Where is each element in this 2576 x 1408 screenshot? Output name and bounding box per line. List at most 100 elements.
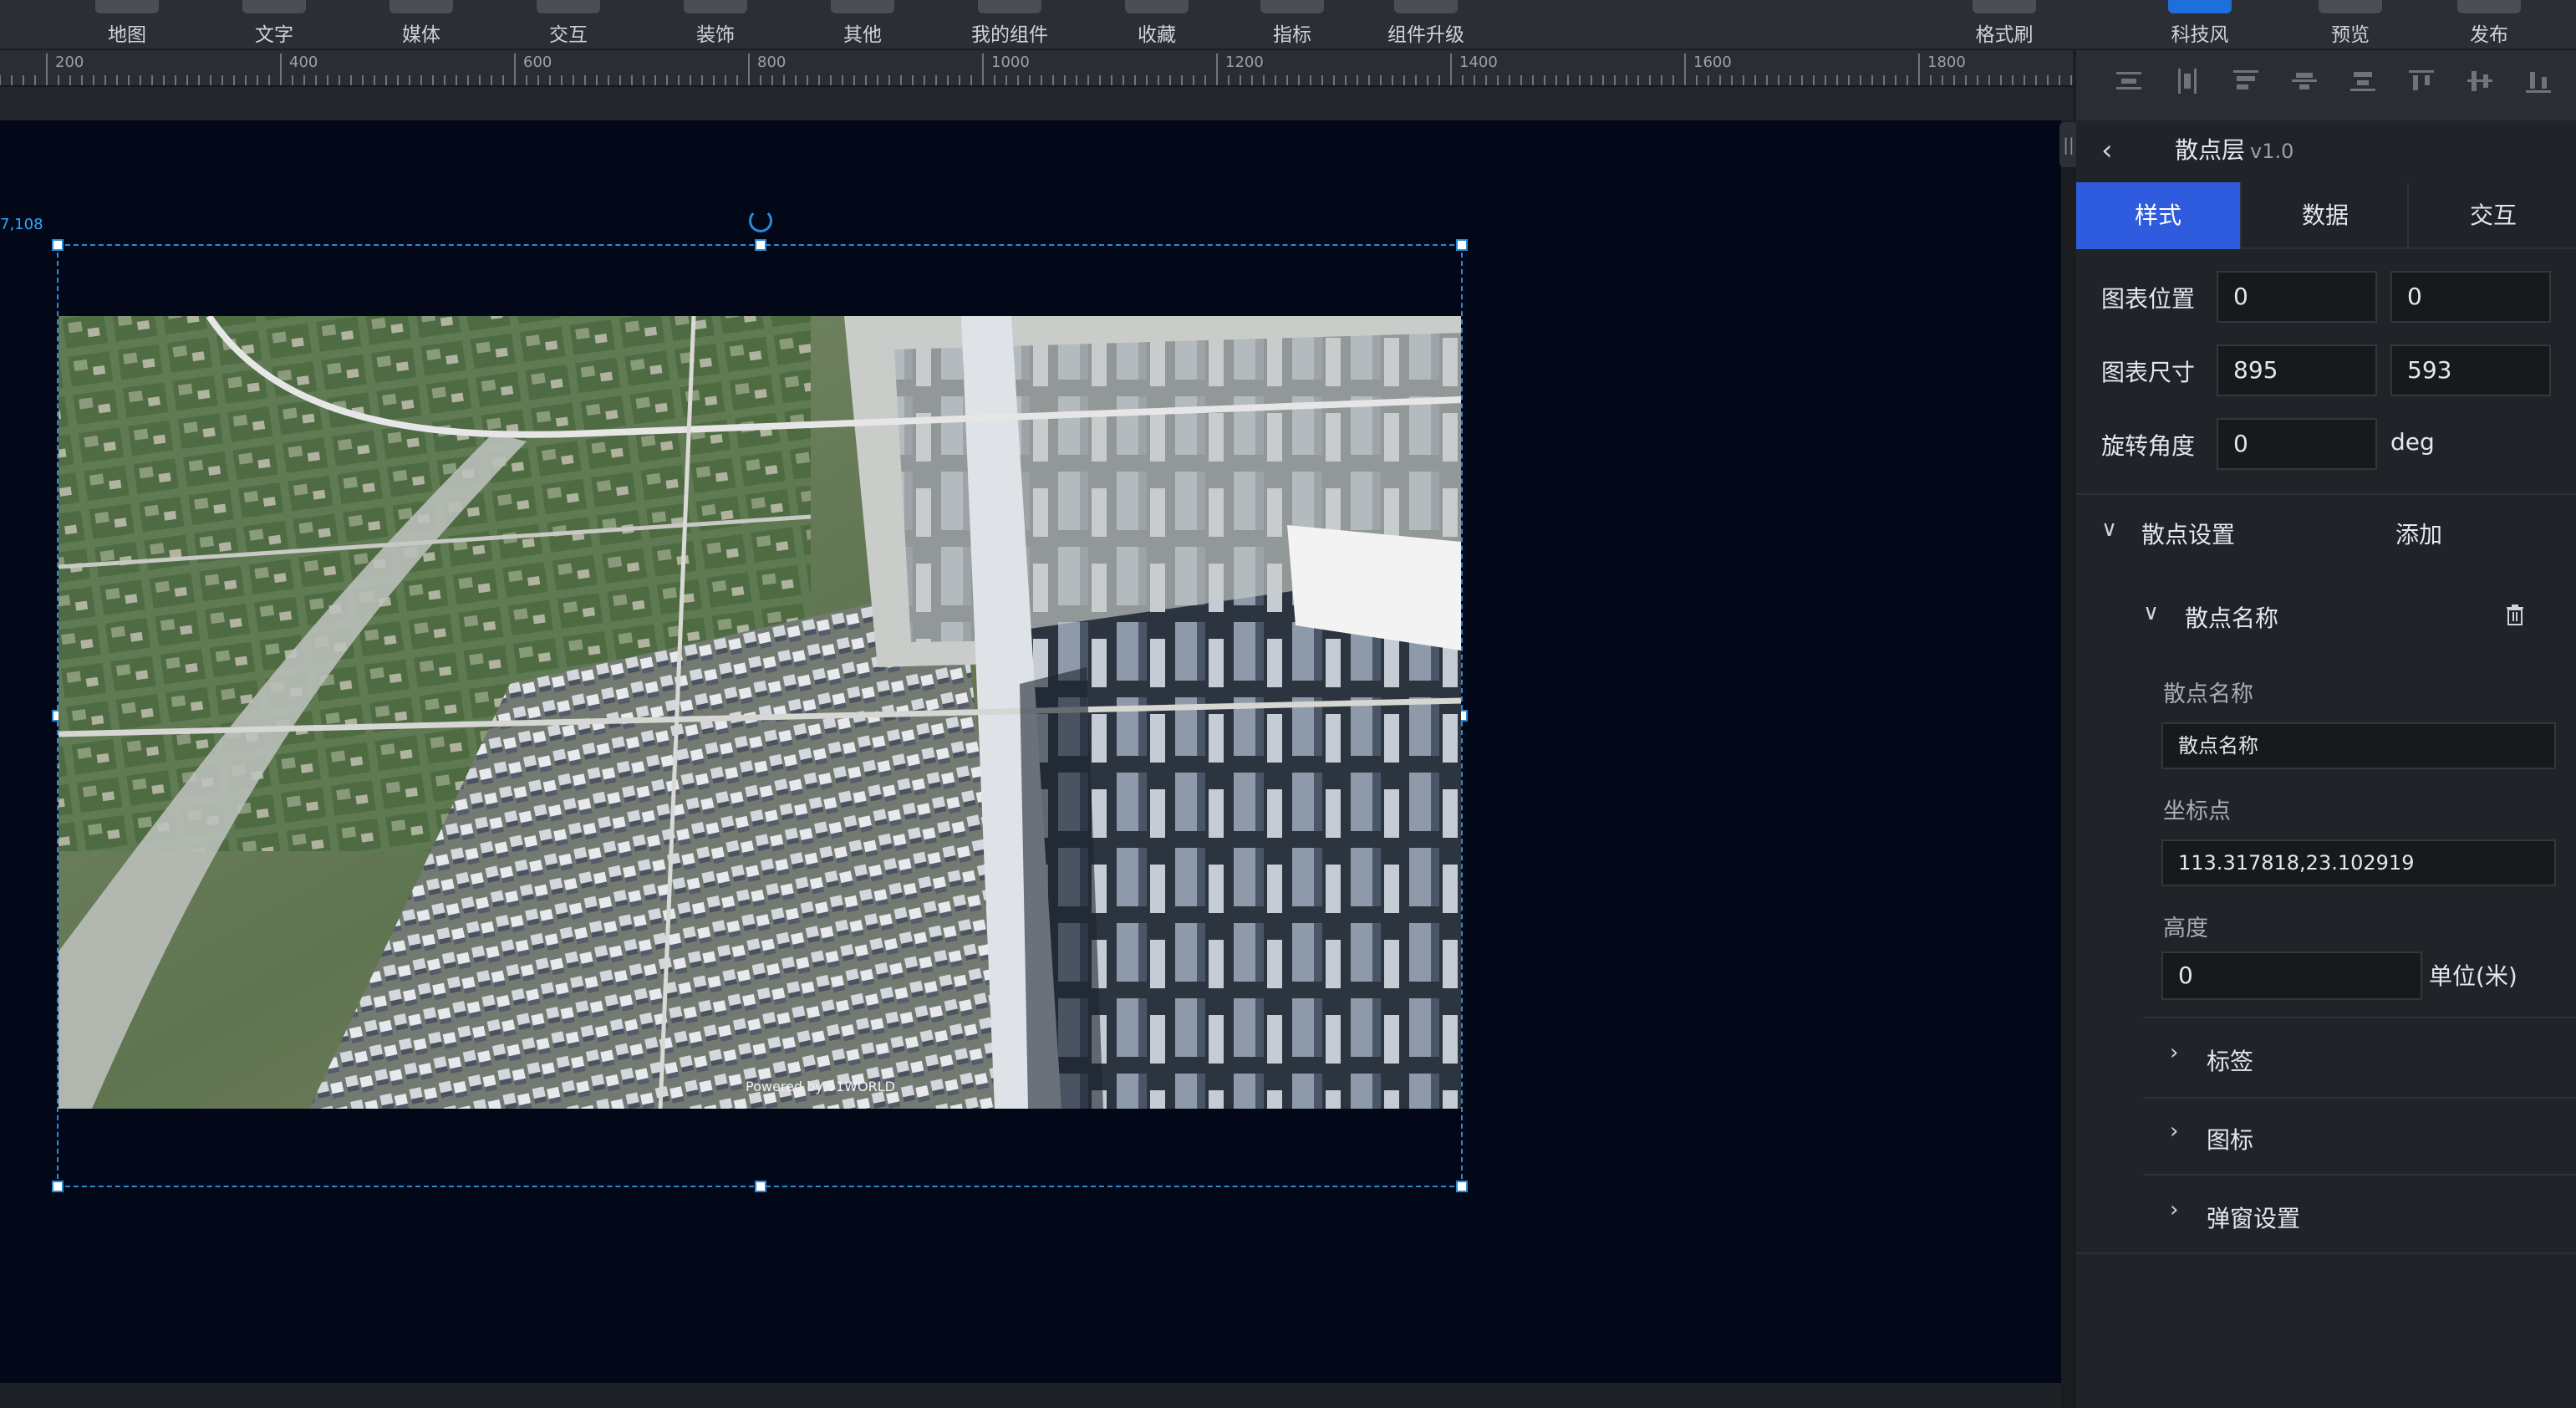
scatter-item-header[interactable]: 散点名称: [2185, 600, 2278, 634]
icon-section-header[interactable]: 图标: [2207, 1122, 2253, 1155]
coordinate-label: 坐标点: [2163, 798, 2231, 824]
align-center-v-icon[interactable]: [2175, 69, 2200, 94]
position-y-input[interactable]: 0: [2390, 271, 2551, 323]
panel-title-text: 散点层: [2175, 136, 2246, 164]
position-label: 图表位置: [2101, 285, 2196, 313]
resize-handle-bottom[interactable]: [755, 1181, 766, 1192]
tab-style[interactable]: 样式: [2076, 182, 2242, 249]
toolbar-metrics-button[interactable]: 指标: [1225, 0, 1359, 50]
panel-tabs: 样式 数据 交互: [2076, 182, 2576, 249]
map-watermark: Powered by 51WORLD: [746, 1079, 895, 1094]
selection-coordinates: 7,108: [0, 216, 43, 233]
resize-handle-top-right[interactable]: [1456, 239, 1468, 251]
top-toolbar: 地图 文字 媒体 交互 装饰 其他 我的组件 收藏 指标 组件升级 格式刷 科技…: [0, 0, 2576, 50]
toolbar-theme-button[interactable]: 科技风: [2133, 0, 2267, 50]
interact-icon: [537, 0, 600, 13]
toolbar-label: 装饰: [696, 24, 735, 46]
panel-title: 散点层 v1.0: [2175, 129, 2293, 173]
chevron-right-icon[interactable]: ›: [2170, 1197, 2178, 1222]
size-height-input[interactable]: 593: [2390, 344, 2551, 396]
resize-handle-bottom-right[interactable]: [1456, 1181, 1468, 1192]
toolbar-my-components-button[interactable]: 我的组件: [943, 0, 1077, 50]
city-3d-map[interactable]: Powered by 51WORLD: [59, 316, 1461, 1109]
media-icon: [389, 0, 453, 13]
alignment-toolbar: [2076, 50, 2576, 120]
align-bottom-icon[interactable]: [2350, 69, 2375, 94]
toolbar-publish-button[interactable]: 发布: [2422, 0, 2556, 50]
publish-icon: [2457, 0, 2521, 13]
toolbar-map-button[interactable]: 地图: [60, 0, 194, 50]
divider: [2076, 493, 2576, 495]
resize-handle-top-left[interactable]: [52, 239, 64, 251]
distribute-middle-icon[interactable]: [2467, 69, 2492, 94]
popup-settings-section-header[interactable]: 弹窗设置: [2207, 1201, 2300, 1234]
ruler-label: 400: [289, 54, 318, 71]
toolbar-preview-button[interactable]: 预览: [2283, 0, 2417, 50]
tab-data[interactable]: 数据: [2243, 182, 2409, 249]
toolbar-other-button[interactable]: 其他: [796, 0, 929, 50]
height-label: 高度: [2163, 916, 2208, 941]
text-icon: [242, 0, 306, 13]
scatter-name-label: 散点名称: [2163, 681, 2253, 707]
bar-chart-icon: [1260, 0, 1324, 13]
back-arrow-icon[interactable]: ‹: [2101, 135, 2131, 166]
scatter-name-input[interactable]: 散点名称: [2161, 722, 2556, 769]
height-input[interactable]: 0: [2161, 951, 2422, 1000]
editor-canvas[interactable]: 7,108 Powered by 51WORLD: [0, 120, 2061, 1383]
label-section-header[interactable]: 标签: [2207, 1043, 2253, 1077]
brush-icon: [1973, 0, 2036, 13]
ruler-label: 1800: [1927, 54, 1966, 71]
add-scatter-button[interactable]: 添加: [2395, 517, 2442, 550]
distribute-top-icon[interactable]: [2409, 69, 2434, 94]
divider: [2076, 1252, 2576, 1254]
distribute-bottom-icon[interactable]: [2526, 69, 2551, 94]
align-middle-icon[interactable]: [2292, 69, 2317, 94]
align-left-icon[interactable]: [2116, 69, 2141, 94]
panel-header: ‹ 散点层 v1.0: [2076, 120, 2576, 182]
panel-version: v1.0: [2250, 140, 2294, 163]
toolbar-label: 指标: [1273, 24, 1311, 46]
divider: [2143, 1017, 2576, 1018]
align-top-icon[interactable]: [2233, 69, 2258, 94]
chevron-down-icon[interactable]: ∨: [2143, 600, 2159, 625]
map-icon: [95, 0, 159, 13]
horizontal-ruler: 200 400 600 800 1000 1200 1400 1600 1800: [0, 50, 2073, 87]
ruler-label: 600: [523, 54, 552, 71]
other-icon: [831, 0, 894, 13]
decor-icon: [684, 0, 747, 13]
resize-handle-top[interactable]: [755, 239, 766, 251]
toolbar-media-button[interactable]: 媒体: [354, 0, 488, 50]
toolbar-label: 文字: [255, 24, 293, 46]
chevron-right-icon[interactable]: ›: [2170, 1119, 2178, 1144]
toolbar-upgrade-button[interactable]: 组件升级: [1359, 0, 1493, 50]
chevron-right-icon[interactable]: ›: [2170, 1040, 2178, 1065]
chevron-down-icon[interactable]: ∨: [2101, 517, 2117, 542]
toolbar-text-button[interactable]: 文字: [207, 0, 341, 50]
upgrade-icon: [1394, 0, 1458, 13]
ruler-label: 1600: [1693, 54, 1732, 71]
horizontal-scrollbar[interactable]: [0, 1383, 2061, 1408]
rotation-input[interactable]: 0: [2217, 418, 2377, 470]
trash-icon[interactable]: [2506, 604, 2524, 625]
size-width-input[interactable]: 895: [2217, 344, 2377, 396]
position-x-input[interactable]: 0: [2217, 271, 2377, 323]
toolbar-favorites-button[interactable]: 收藏: [1090, 0, 1224, 50]
resize-handle-bottom-left[interactable]: [52, 1181, 64, 1192]
ruler-label: 800: [757, 54, 787, 71]
coordinate-input[interactable]: 113.317818,23.102919: [2161, 839, 2556, 886]
toolbar-format-brush-button[interactable]: 格式刷: [1937, 0, 2071, 50]
rotate-handle-icon[interactable]: [749, 209, 772, 232]
toolbar-label: 发布: [2470, 24, 2508, 46]
ruler-label: 1400: [1459, 54, 1498, 71]
city-map-illustration: [59, 316, 1461, 1109]
toolbar-label: 格式刷: [1975, 24, 2034, 46]
scatter-settings-header[interactable]: 散点设置: [2141, 517, 2235, 550]
splitter-grip-icon[interactable]: ||: [2059, 122, 2078, 167]
play-icon: [2319, 0, 2382, 13]
divider: [2143, 1097, 2576, 1099]
toolbar-interact-button[interactable]: 交互: [501, 0, 635, 50]
tab-interaction[interactable]: 交互: [2411, 182, 2576, 249]
panel-splitter[interactable]: [2061, 120, 2076, 1408]
toolbar-decor-button[interactable]: 装饰: [649, 0, 782, 50]
toolbar-label: 组件升级: [1387, 24, 1464, 46]
